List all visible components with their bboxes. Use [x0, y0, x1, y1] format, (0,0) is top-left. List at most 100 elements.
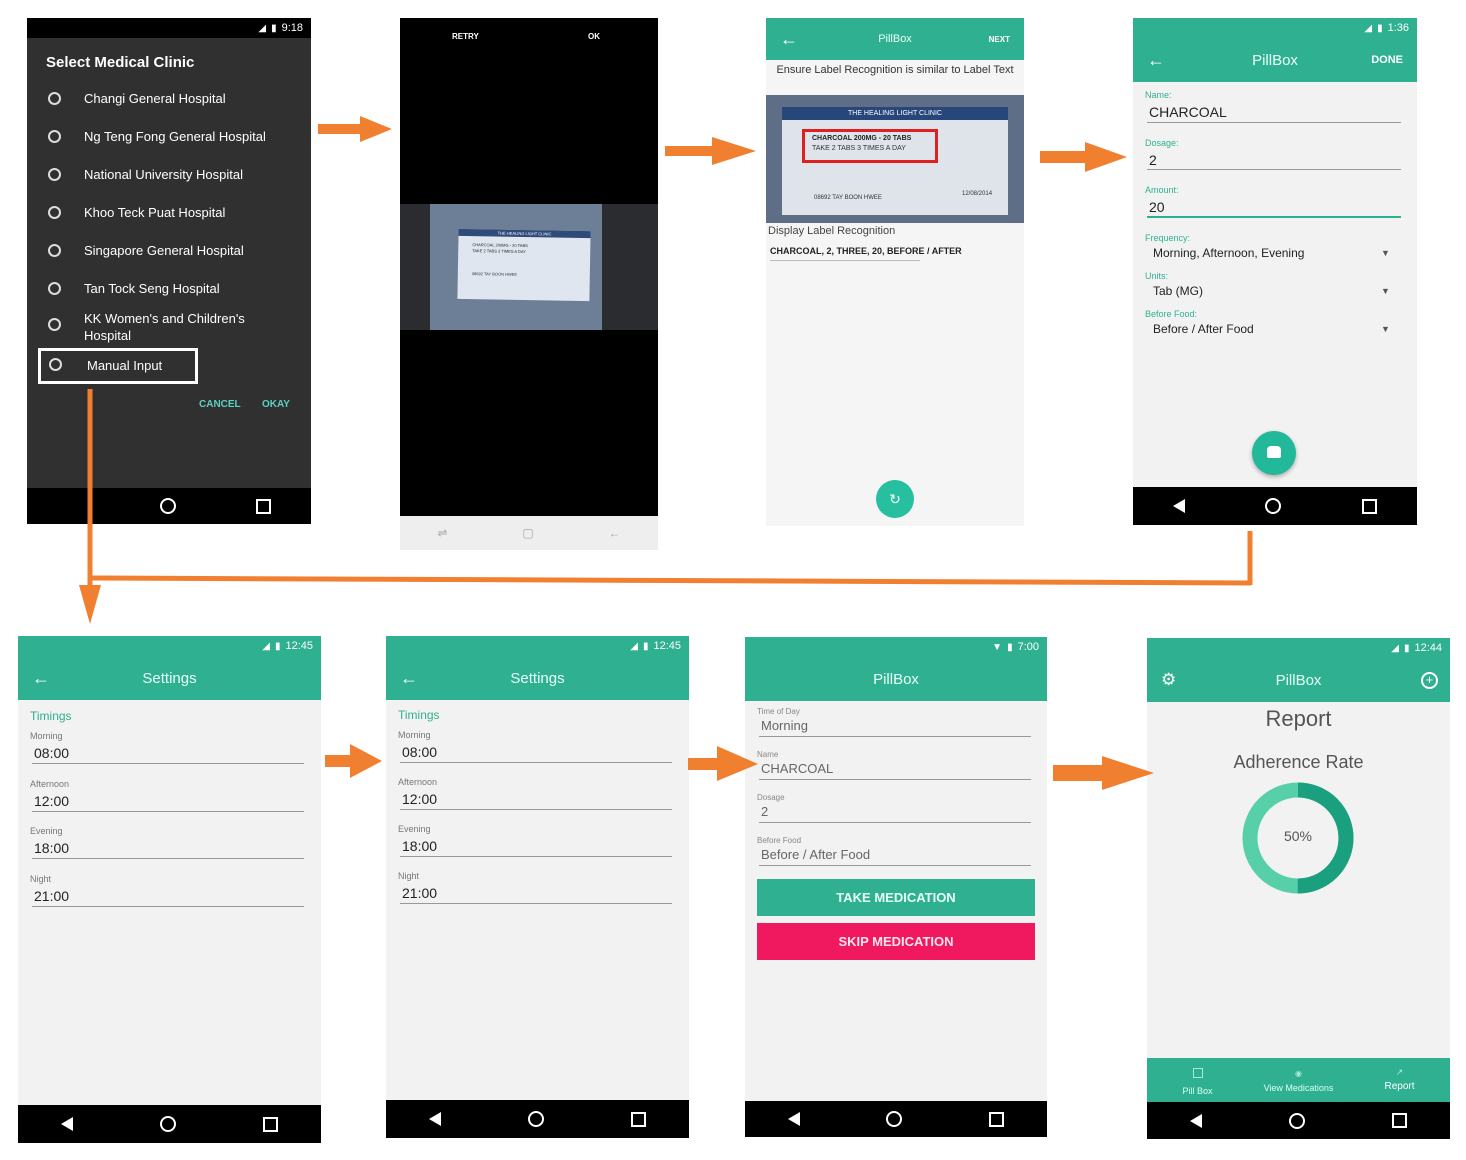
- nav-back-icon[interactable]: [788, 1112, 801, 1126]
- nav-back-icon[interactable]: [1190, 1113, 1203, 1128]
- chevron-down-icon[interactable]: ▼: [1381, 324, 1390, 334]
- morning-time-field[interactable]: 08:00: [34, 745, 69, 761]
- name-label: Name:: [1145, 90, 1172, 100]
- eye-icon: ◉: [1295, 1069, 1302, 1078]
- amount-label: Amount:: [1145, 185, 1179, 195]
- refresh-icon: ↻: [889, 491, 901, 507]
- nav-recents-icon[interactable]: [988, 1111, 1004, 1127]
- manual-input-option[interactable]: Manual Input: [38, 348, 198, 384]
- save-fab[interactable]: [1252, 431, 1296, 475]
- amount-underline: [1147, 216, 1401, 218]
- nav-recents-icon[interactable]: [1361, 498, 1377, 514]
- tab-view-medications[interactable]: ◉ View Medications: [1248, 1058, 1349, 1102]
- back-arrow-icon[interactable]: ←: [1147, 50, 1165, 71]
- nav-home-icon[interactable]: ▢: [522, 526, 533, 540]
- cancel-button[interactable]: CANCEL: [199, 399, 241, 410]
- afternoon-time-field[interactable]: 12:00: [402, 791, 437, 807]
- retry-button[interactable]: RETRY: [452, 32, 479, 41]
- app-title: PillBox: [878, 33, 912, 45]
- gear-icon[interactable]: ⚙: [1161, 670, 1176, 690]
- app-bar: ⚙ PillBox +: [1147, 658, 1450, 702]
- name-field[interactable]: CHARCOAL: [1149, 104, 1227, 120]
- clinic-option[interactable]: Tan Tock Seng Hospital: [27, 278, 311, 302]
- dosage-label: Dosage: [757, 793, 785, 802]
- app-bar: ← Settings: [386, 656, 689, 700]
- afternoon-underline: [400, 809, 672, 810]
- back-arrow-icon[interactable]: ←: [780, 29, 798, 50]
- okay-button[interactable]: OKAY: [262, 399, 290, 410]
- evening-time-field[interactable]: 18:00: [402, 838, 437, 854]
- nav-back-icon[interactable]: [61, 1117, 74, 1131]
- afternoon-label: Afternoon: [398, 777, 438, 787]
- evening-underline: [32, 858, 304, 859]
- label-card: THE HEALING LIGHT CLINIC CHARCOAL 200MG …: [782, 107, 1008, 215]
- screen-reminder: ▼ ▮ 7:00 PillBox Time of Day Morning Nam…: [745, 637, 1047, 1137]
- clinic-option[interactable]: Khoo Teck Puat Hospital: [27, 202, 311, 226]
- nav-home-icon[interactable]: [1288, 1112, 1305, 1129]
- clinic-option[interactable]: National University Hospital: [27, 164, 311, 188]
- tab-label: View Medications: [1263, 1083, 1334, 1093]
- units-select[interactable]: Tab (MG): [1153, 284, 1203, 298]
- done-button[interactable]: DONE: [1371, 54, 1403, 66]
- radio-icon[interactable]: [49, 358, 62, 371]
- clinic-option[interactable]: KK Women's and Children's Hospital: [27, 308, 311, 344]
- radio-icon[interactable]: [48, 244, 61, 257]
- nav-back-icon[interactable]: ←: [609, 526, 621, 540]
- nav-bar: ⇌ ▢ ←: [400, 516, 658, 550]
- nav-bar: [18, 1105, 321, 1143]
- nav-home-icon[interactable]: [886, 1111, 903, 1127]
- back-arrow-icon[interactable]: ←: [32, 668, 50, 689]
- dosage-field[interactable]: 2: [1149, 152, 1157, 168]
- chevron-down-icon[interactable]: ▼: [1381, 248, 1390, 258]
- night-time-field[interactable]: 21:00: [402, 885, 437, 901]
- nav-back-icon[interactable]: [1173, 499, 1186, 513]
- morning-time-field[interactable]: 08:00: [402, 744, 437, 760]
- photo-patient: 08692 TAY BOON HWEE: [814, 195, 882, 201]
- recognition-underline: [770, 260, 920, 261]
- tab-report[interactable]: ↗ Report: [1349, 1058, 1450, 1102]
- radio-icon[interactable]: [48, 168, 61, 181]
- nav-recents-icon[interactable]: [1391, 1113, 1407, 1128]
- back-arrow-icon[interactable]: ←: [400, 668, 418, 689]
- ok-button[interactable]: OK: [588, 32, 600, 41]
- clinic-option[interactable]: Changi General Hospital: [27, 88, 311, 112]
- afternoon-time-field[interactable]: 12:00: [34, 793, 69, 809]
- nav-back-icon[interactable]: [429, 1112, 442, 1126]
- app-bar: PillBox: [745, 657, 1047, 701]
- radio-icon[interactable]: [48, 130, 61, 143]
- amount-field[interactable]: 20: [1149, 199, 1165, 215]
- flow-arrow-down: [79, 585, 101, 624]
- tab-pill-box[interactable]: Pill Box: [1147, 1058, 1248, 1102]
- status-bar: ◢ ▮ 12:45: [386, 636, 689, 656]
- screen-report: ◢ ▮ 12:44 ⚙ PillBox + Report Adherence R…: [1147, 638, 1450, 1139]
- nav-recents-icon[interactable]: [256, 498, 272, 514]
- nav-home-icon[interactable]: [159, 1116, 176, 1132]
- before-food-select[interactable]: Before / After Food: [1153, 322, 1254, 336]
- nav-home-icon[interactable]: [160, 498, 177, 514]
- nav-recents-icon[interactable]: [262, 1116, 278, 1132]
- clinic-option[interactable]: Singapore General Hospital: [27, 240, 311, 264]
- chevron-down-icon[interactable]: ▼: [1381, 286, 1390, 296]
- add-circle-icon[interactable]: +: [1421, 671, 1438, 689]
- next-button[interactable]: NEXT: [989, 35, 1010, 44]
- frequency-select[interactable]: Morning, Afternoon, Evening: [1153, 246, 1304, 260]
- nav-recents-icon[interactable]: [630, 1111, 646, 1127]
- take-medication-button[interactable]: TAKE MEDICATION: [757, 879, 1035, 916]
- status-bar: ◢ ▮ 9:18: [27, 18, 311, 38]
- clinic-option-label: Tan Tock Seng Hospital: [84, 281, 220, 296]
- refresh-fab[interactable]: ↻: [876, 480, 914, 518]
- radio-icon[interactable]: [48, 318, 61, 331]
- nav-recents-icon[interactable]: ⇌: [437, 526, 447, 540]
- radio-icon[interactable]: [48, 282, 61, 295]
- skip-medication-button[interactable]: SKIP MEDICATION: [757, 923, 1035, 960]
- morning-underline: [400, 762, 672, 763]
- instruction-text: Ensure Label Recognition is similar to L…: [776, 64, 1014, 76]
- nav-home-icon[interactable]: [1265, 498, 1282, 514]
- radio-icon[interactable]: [48, 206, 61, 219]
- units-label: Units:: [1145, 271, 1169, 281]
- radio-icon[interactable]: [48, 92, 61, 105]
- evening-time-field[interactable]: 18:00: [34, 840, 69, 856]
- night-time-field[interactable]: 21:00: [34, 888, 69, 904]
- nav-home-icon[interactable]: [527, 1111, 544, 1127]
- clinic-option[interactable]: Ng Teng Fong General Hospital: [27, 126, 311, 150]
